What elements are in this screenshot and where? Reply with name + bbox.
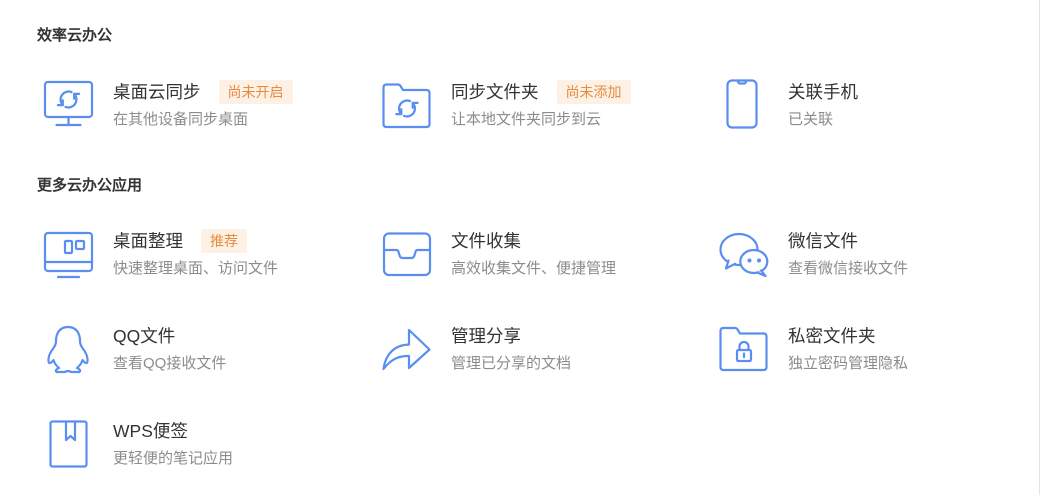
item-subtitle: 高效收集文件、便捷管理 (451, 260, 617, 277)
desktop-organize-icon (43, 228, 94, 279)
status-badge: 尚未开启 (218, 80, 293, 104)
app-item-wps-notes[interactable]: WPS便签 更轻便的笔记应用 (44, 418, 344, 470)
item-title: 管理分享 (451, 326, 521, 346)
item-text: 私密文件夹 独立密码管理隐私 (788, 323, 908, 374)
app-item-file-collect[interactable]: 文件收集 高效收集文件、便捷管理 (382, 228, 682, 280)
item-title: 私密文件夹 (788, 326, 876, 346)
item-title: 同步文件夹 (451, 82, 539, 102)
item-title-row: 关联手机 (788, 79, 858, 105)
share-arrow-icon (382, 323, 432, 373)
app-item-qq-files[interactable]: QQ文件 查看QQ接收文件 (44, 323, 344, 375)
section-title-more-apps: 更多云办公应用 (37, 177, 143, 194)
phone-icon (719, 79, 769, 129)
cloud-office-panel: 效率云办公 桌面云同步 尚未开启 在其他设备同步桌面 同步文件夹 尚未添加 让本… (0, 0, 1046, 495)
item-title: WPS便签 (113, 421, 188, 441)
item-title: 桌面整理 (113, 231, 183, 251)
wechat-icon (719, 228, 769, 278)
item-title-row: 微信文件 (788, 228, 908, 254)
item-title: 桌面云同步 (113, 82, 201, 102)
recommend-badge: 推荐 (201, 229, 247, 253)
section-title-efficiency: 效率云办公 (37, 27, 113, 44)
item-text: 桌面整理 推荐 快速整理桌面、访问文件 (113, 228, 278, 279)
lock-folder-icon (719, 323, 769, 373)
item-subtitle: 管理已分享的文档 (451, 355, 572, 372)
item-subtitle: 查看微信接收文件 (788, 260, 909, 277)
item-text: 关联手机 已关联 (788, 79, 858, 130)
bookmark-note-icon (44, 418, 94, 468)
item-title-row: 同步文件夹 尚未添加 (451, 79, 631, 105)
item-text: 管理分享 管理已分享的文档 (451, 323, 571, 374)
item-title-row: WPS便签 (113, 418, 233, 444)
item-title-row: 管理分享 (451, 323, 571, 349)
item-title: QQ文件 (113, 326, 176, 346)
item-subtitle: 让本地文件夹同步到云 (451, 111, 602, 128)
item-subtitle: 已关联 (788, 111, 834, 128)
item-text: 同步文件夹 尚未添加 让本地文件夹同步到云 (451, 79, 631, 130)
app-item-desktop-organize[interactable]: 桌面整理 推荐 快速整理桌面、访问文件 (43, 228, 344, 280)
item-subtitle: 查看QQ接收文件 (113, 355, 227, 372)
item-title: 微信文件 (788, 231, 858, 251)
item-subtitle: 更轻便的笔记应用 (113, 450, 234, 467)
app-item-wechat-files[interactable]: 微信文件 查看微信接收文件 (719, 228, 1019, 280)
item-subtitle: 独立密码管理隐私 (788, 355, 909, 372)
folder-sync-icon (382, 79, 432, 129)
item-title-row: QQ文件 (113, 323, 226, 349)
right-divider (1039, 0, 1040, 495)
qq-penguin-icon (44, 323, 94, 374)
inbox-tray-icon (382, 228, 432, 278)
item-title-row: 私密文件夹 (788, 323, 908, 349)
app-item-folder-sync[interactable]: 同步文件夹 尚未添加 让本地文件夹同步到云 (382, 79, 682, 131)
item-title: 文件收集 (451, 231, 521, 251)
desktop-sync-icon (43, 79, 94, 129)
item-title-row: 桌面整理 推荐 (113, 228, 278, 254)
item-title-row: 桌面云同步 尚未开启 (113, 79, 293, 105)
item-text: 文件收集 高效收集文件、便捷管理 (451, 228, 616, 279)
app-item-private-folder[interactable]: 私密文件夹 独立密码管理隐私 (719, 323, 1019, 375)
item-title-row: 文件收集 (451, 228, 616, 254)
item-text: 桌面云同步 尚未开启 在其他设备同步桌面 (113, 79, 293, 130)
status-badge: 尚未添加 (556, 80, 631, 104)
item-text: QQ文件 查看QQ接收文件 (113, 323, 226, 374)
item-title: 关联手机 (788, 82, 858, 102)
item-subtitle: 快速整理桌面、访问文件 (113, 260, 279, 277)
item-text: 微信文件 查看微信接收文件 (788, 228, 908, 279)
app-item-link-phone[interactable]: 关联手机 已关联 (719, 79, 1019, 131)
app-item-desktop-sync[interactable]: 桌面云同步 尚未开启 在其他设备同步桌面 (43, 79, 344, 131)
item-text: WPS便签 更轻便的笔记应用 (113, 418, 233, 469)
app-item-manage-shares[interactable]: 管理分享 管理已分享的文档 (382, 323, 682, 375)
item-subtitle: 在其他设备同步桌面 (113, 111, 249, 128)
